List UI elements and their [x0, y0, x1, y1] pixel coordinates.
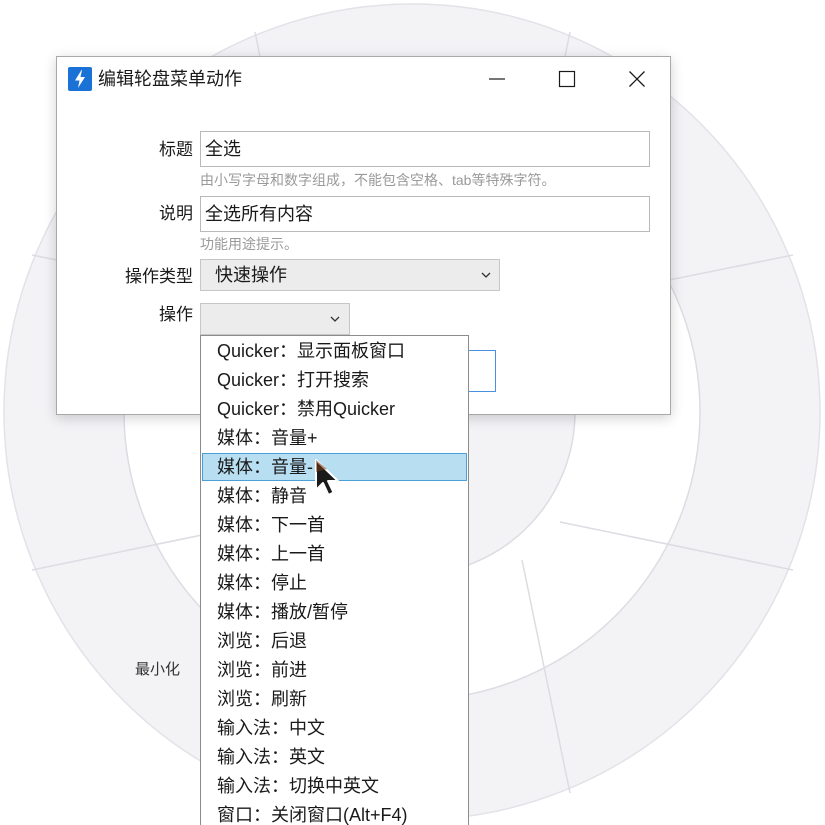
partially-hidden-control[interactable] — [467, 350, 496, 392]
description-label: 说明 — [159, 204, 193, 223]
action-type-value: 快速操作 — [215, 265, 287, 285]
maximize-icon — [558, 70, 576, 88]
list-item[interactable]: 媒体：停止 — [202, 569, 467, 597]
action-select[interactable] — [200, 303, 350, 335]
lightning-bolt-icon — [68, 67, 92, 91]
list-item[interactable]: Quicker：显示面板窗口 — [202, 337, 467, 365]
title-hint: 由小写字母和数字组成，不能包含空格、tab等特殊字符。 — [200, 172, 556, 188]
list-item[interactable]: Quicker：禁用Quicker — [202, 395, 467, 423]
title-label: 标题 — [159, 140, 193, 159]
description-input[interactable]: 全选所有内容 — [200, 196, 650, 232]
description-hint: 功能用途提示。 — [200, 236, 298, 252]
list-item[interactable]: 输入法：英文 — [202, 743, 467, 771]
list-item[interactable]: 浏览：刷新 — [202, 685, 467, 713]
list-item[interactable]: 浏览：前进 — [202, 656, 467, 684]
window-title: 编辑轮盘菜单动作 — [98, 69, 242, 89]
list-item[interactable]: 输入法：切换中英文 — [202, 772, 467, 800]
list-item[interactable]: 窗口：关闭窗口(Alt+F4) — [202, 801, 467, 825]
list-item[interactable]: 浏览：后退 — [202, 627, 467, 655]
wheel-segment-label[interactable]: 最小化 — [135, 658, 180, 679]
action-type-select[interactable]: 快速操作 — [200, 259, 500, 291]
screen: 最小化 编辑轮盘菜单动作 标题 全选 由小写字母和数字组成，不能包含空格、tab… — [0, 0, 825, 825]
list-item[interactable]: 媒体：下一首 — [202, 511, 467, 539]
action-dropdown-list[interactable]: Quicker：显示面板窗口 Quicker：打开搜索 Quicker：禁用Qu… — [200, 335, 469, 825]
chevron-down-icon — [481, 272, 491, 278]
list-item[interactable]: 输入法：中文 — [202, 714, 467, 742]
action-type-label: 操作类型 — [125, 267, 193, 286]
close-icon — [629, 71, 645, 87]
mouse-cursor-icon — [315, 459, 339, 496]
minimize-button[interactable] — [462, 57, 532, 101]
title-bar[interactable]: 编辑轮盘菜单动作 — [57, 57, 670, 101]
title-input[interactable]: 全选 — [200, 131, 650, 167]
list-item[interactable]: 媒体：播放/暂停 — [202, 598, 467, 626]
chevron-down-icon — [330, 316, 340, 322]
close-button[interactable] — [602, 57, 672, 101]
action-label: 操作 — [159, 305, 193, 324]
maximize-button[interactable] — [532, 57, 602, 101]
list-item[interactable]: Quicker：打开搜索 — [202, 366, 467, 394]
list-item[interactable]: 媒体：音量+ — [202, 424, 467, 452]
minimize-icon — [489, 78, 505, 80]
list-item[interactable]: 媒体：上一首 — [202, 540, 467, 568]
